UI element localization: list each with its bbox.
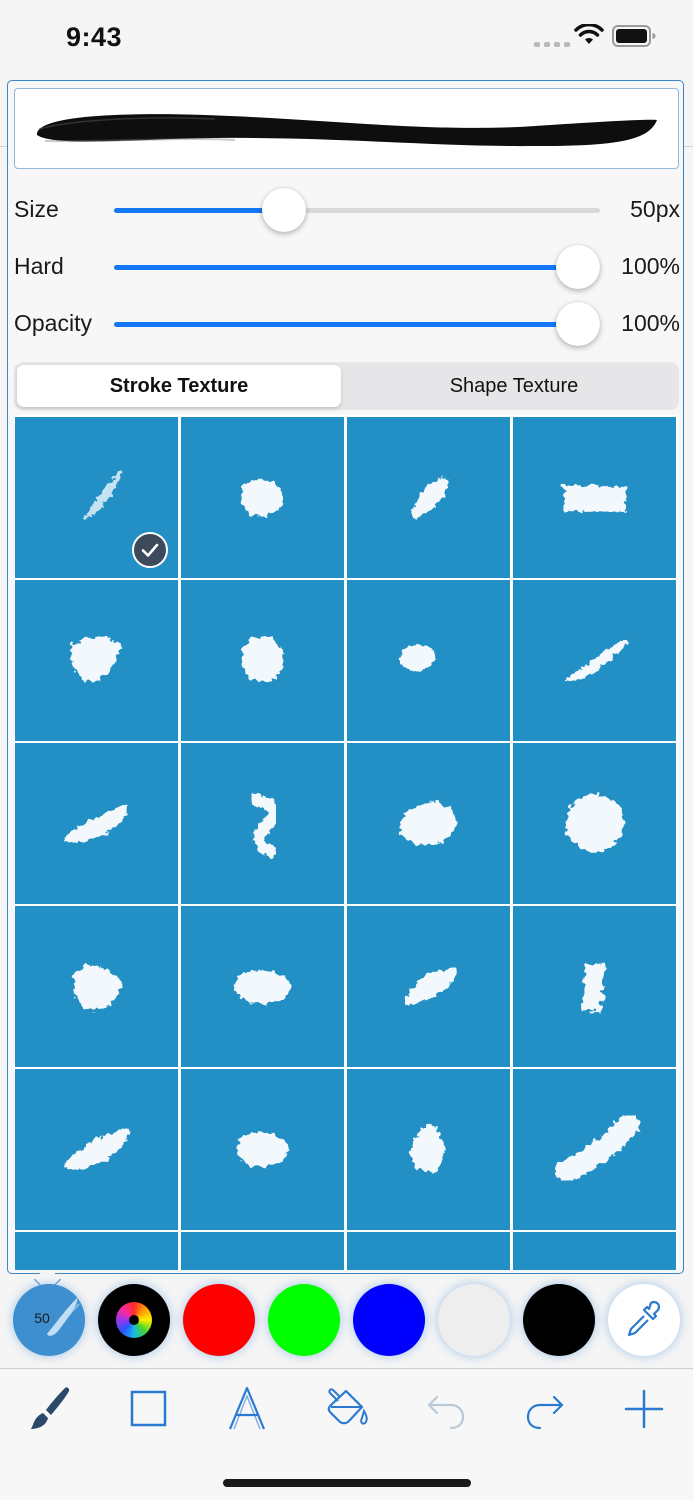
opacity-label: Opacity [14,310,92,336]
status-bar: 9:43 [0,0,693,80]
texture-grid[interactable] [14,415,679,1270]
size-slider-fill [114,208,285,213]
brush-texture-icon [399,644,436,672]
texture-tile[interactable] [15,1069,178,1230]
hardness-slider-row: Hard 100% [14,245,682,289]
size-slider[interactable] [114,188,600,232]
color-swatch[interactable] [268,1284,340,1356]
size-slider-row: Size 50px [14,188,682,232]
texture-tile[interactable] [513,906,676,1067]
texture-tile[interactable] [513,580,676,741]
brush-texture-icon [563,485,627,513]
texture-tile[interactable] [181,580,344,741]
brush-size-indicator: 50 [34,1310,50,1326]
texture-tile[interactable] [513,743,676,904]
texture-tile-partial[interactable] [181,1232,344,1270]
hardness-slider-thumb[interactable] [556,245,601,289]
brush-texture-icon [583,964,605,1012]
tab-stroke-texture[interactable]: Stroke Texture [17,365,341,407]
brush-texture-icon [400,802,456,846]
status-time: 9:43 [66,22,123,52]
hardness-slider-fill [114,265,579,270]
brush-texture-icon [566,794,624,852]
hardness-slider[interactable] [114,245,601,289]
size-value: 50px [630,196,680,222]
color-wheel-button[interactable] [98,1284,170,1356]
texture-tile[interactable] [347,417,510,578]
eyedropper-button[interactable] [608,1284,680,1356]
texture-tile[interactable] [15,580,178,741]
brush-texture-icon [65,805,128,843]
hardness-value: 100% [621,253,680,279]
texture-tile-partial[interactable] [15,1232,178,1270]
brush-texture-icon [241,637,284,683]
brush-texture-icon [411,477,448,519]
opacity-value: 100% [621,310,680,336]
hardness-label: Hard [14,253,64,279]
brush-texture-icon [249,793,279,857]
brush-texture-icon [241,478,284,517]
wifi-icon [574,24,604,44]
brush-texture-icon [410,1123,445,1174]
redo-icon[interactable] [520,1383,570,1433]
current-brush-button[interactable]: 50 [13,1284,85,1356]
selected-checkmark-icon [132,532,168,568]
opacity-slider[interactable] [114,302,601,346]
texture-tile-partial[interactable] [513,1232,676,1270]
color-swatch[interactable] [438,1284,510,1356]
texture-tile[interactable] [513,417,676,578]
brush-texture-icon [237,1131,288,1168]
texture-tile[interactable] [347,743,510,904]
color-swatch[interactable] [353,1284,425,1356]
eyedropper-icon [627,1300,661,1337]
undo-icon[interactable] [421,1383,471,1433]
add-icon[interactable] [619,1383,669,1433]
opacity-slider-fill [114,322,579,327]
texture-tile[interactable] [347,906,510,1067]
text-icon[interactable] [222,1383,272,1433]
texture-tile[interactable] [347,1069,510,1230]
home-indicator [223,1479,471,1487]
tab-shape-texture[interactable]: Shape Texture [352,365,676,407]
texture-tile[interactable] [15,906,178,1067]
texture-tile[interactable] [513,1069,676,1230]
stroke-preview-graphic [36,114,657,147]
size-label: Size [14,196,59,222]
cellular-signal-icon [534,42,570,47]
texture-tile[interactable] [181,1069,344,1230]
opacity-slider-row: Opacity 100% [14,302,682,346]
texture-tile[interactable] [181,743,344,904]
texture-tile[interactable] [15,743,178,904]
brush-texture-icon [565,638,628,682]
color-palette: 50 [0,1280,693,1360]
texture-tile[interactable] [347,580,510,741]
brush-texture-icon [72,965,121,1011]
brush-texture-icon [554,1114,640,1182]
texture-tile[interactable] [15,417,178,578]
texture-tile[interactable] [181,417,344,578]
texture-tile-partial[interactable] [347,1232,510,1270]
opacity-slider-thumb[interactable] [556,302,601,346]
rectangle-icon[interactable] [123,1383,173,1433]
brush-texture-icon [234,970,290,1005]
brush-texture-icon [405,968,456,1006]
texture-type-segmented-control: Stroke Texture Shape Texture [14,362,679,410]
stroke-preview [14,88,679,169]
size-slider-thumb[interactable] [262,188,307,232]
brush-texture-icon [65,1127,130,1171]
battery-icon [612,25,656,47]
paintbrush-icon[interactable] [24,1383,74,1433]
color-wheel-center [129,1315,139,1325]
paint-bucket-icon[interactable] [322,1383,372,1433]
color-swatch[interactable] [523,1284,595,1356]
brush-texture-icon [71,637,121,683]
texture-tile[interactable] [181,906,344,1067]
color-swatch[interactable] [183,1284,255,1356]
